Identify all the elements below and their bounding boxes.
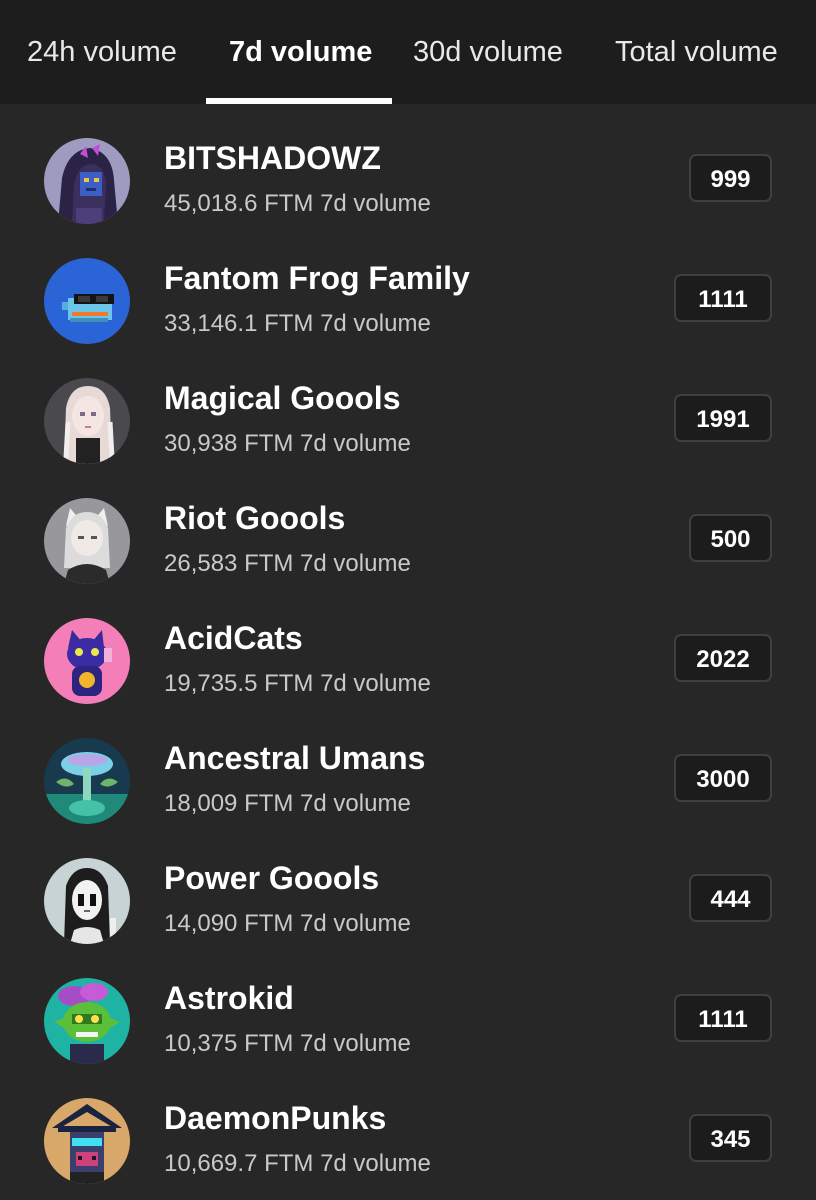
volume-tabbar: 24h volume 7d volume 30d volume Total vo… (0, 0, 816, 104)
collection-volume: 10,669.7 FTM 7d volume (164, 1150, 431, 1177)
list-item[interactable]: AcidCats 19,735.5 FTM 7d volume 2022 (0, 584, 816, 704)
collection-name: Astrokid (164, 980, 294, 1016)
list-item[interactable]: Riot Goools 26,583 FTM 7d volume 500 (0, 464, 816, 584)
collection-volume: 33,146.1 FTM 7d volume (164, 310, 431, 337)
braided-girl-avatar (44, 378, 130, 464)
collection-volume: 18,009 FTM 7d volume (164, 790, 411, 817)
list-item[interactable]: Magical Goools 30,938 FTM 7d volume 1991 (0, 344, 816, 464)
cat-ear-girl-avatar (44, 498, 130, 584)
green-goblin-avatar (44, 978, 130, 1064)
collection-name: DaemonPunks (164, 1100, 387, 1136)
supply-badge: 444 (689, 874, 772, 922)
collection-name: BITSHADOWZ (164, 140, 381, 176)
mushroom-tree-avatar (44, 738, 130, 824)
collection-volume: 10,375 FTM 7d volume (164, 1030, 411, 1057)
masked-figure-avatar (44, 858, 130, 944)
lucky-cat-avatar (44, 618, 130, 704)
list-item[interactable]: Ancestral Umans 18,009 FTM 7d volume 300… (0, 704, 816, 824)
collection-volume: 14,090 FTM 7d volume (164, 910, 411, 937)
collection-name: Magical Goools (164, 380, 401, 416)
frog-sunglasses-avatar (44, 258, 130, 344)
collection-volume: 19,735.5 FTM 7d volume (164, 670, 431, 697)
list-item[interactable]: Power Goools 14,090 FTM 7d volume 444 (0, 824, 816, 944)
collection-name: Power Goools (164, 860, 380, 896)
collection-volume: 45,018.6 FTM 7d volume (164, 190, 431, 217)
supply-badge: 2022 (674, 634, 772, 682)
collection-volume: 30,938 FTM 7d volume (164, 430, 411, 457)
collection-name: Ancestral Umans (164, 740, 426, 776)
list-item[interactable]: BITSHADOWZ 45,018.6 FTM 7d volume 999 (0, 104, 816, 224)
supply-badge: 1111 (674, 994, 772, 1042)
supply-badge: 1111 (674, 274, 772, 322)
collection-name: Fantom Frog Family (164, 260, 470, 296)
list-item[interactable]: DaemonPunks 10,669.7 FTM 7d volume 345 (0, 1064, 816, 1184)
collection-volume: 26,583 FTM 7d volume (164, 550, 411, 577)
supply-badge: 999 (689, 154, 772, 202)
supply-badge: 500 (689, 514, 772, 562)
tab-7d-volume[interactable]: 7d volume (229, 32, 372, 76)
supply-badge: 1991 (674, 394, 772, 442)
tab-30d-volume[interactable]: 30d volume (413, 32, 563, 76)
supply-badge: 3000 (674, 754, 772, 802)
collection-name: AcidCats (164, 620, 303, 656)
hooded-pixel-avatar (44, 138, 130, 224)
tab-total-volume[interactable]: Total volume (615, 32, 778, 76)
pixel-punk-avatar (44, 1098, 130, 1184)
collection-name: Riot Goools (164, 500, 346, 536)
supply-badge: 345 (689, 1114, 772, 1162)
list-item[interactable]: Astrokid 10,375 FTM 7d volume 1111 (0, 944, 816, 1064)
tab-24h-volume[interactable]: 24h volume (27, 32, 177, 76)
list-item[interactable]: Fantom Frog Family 33,146.1 FTM 7d volum… (0, 224, 816, 344)
